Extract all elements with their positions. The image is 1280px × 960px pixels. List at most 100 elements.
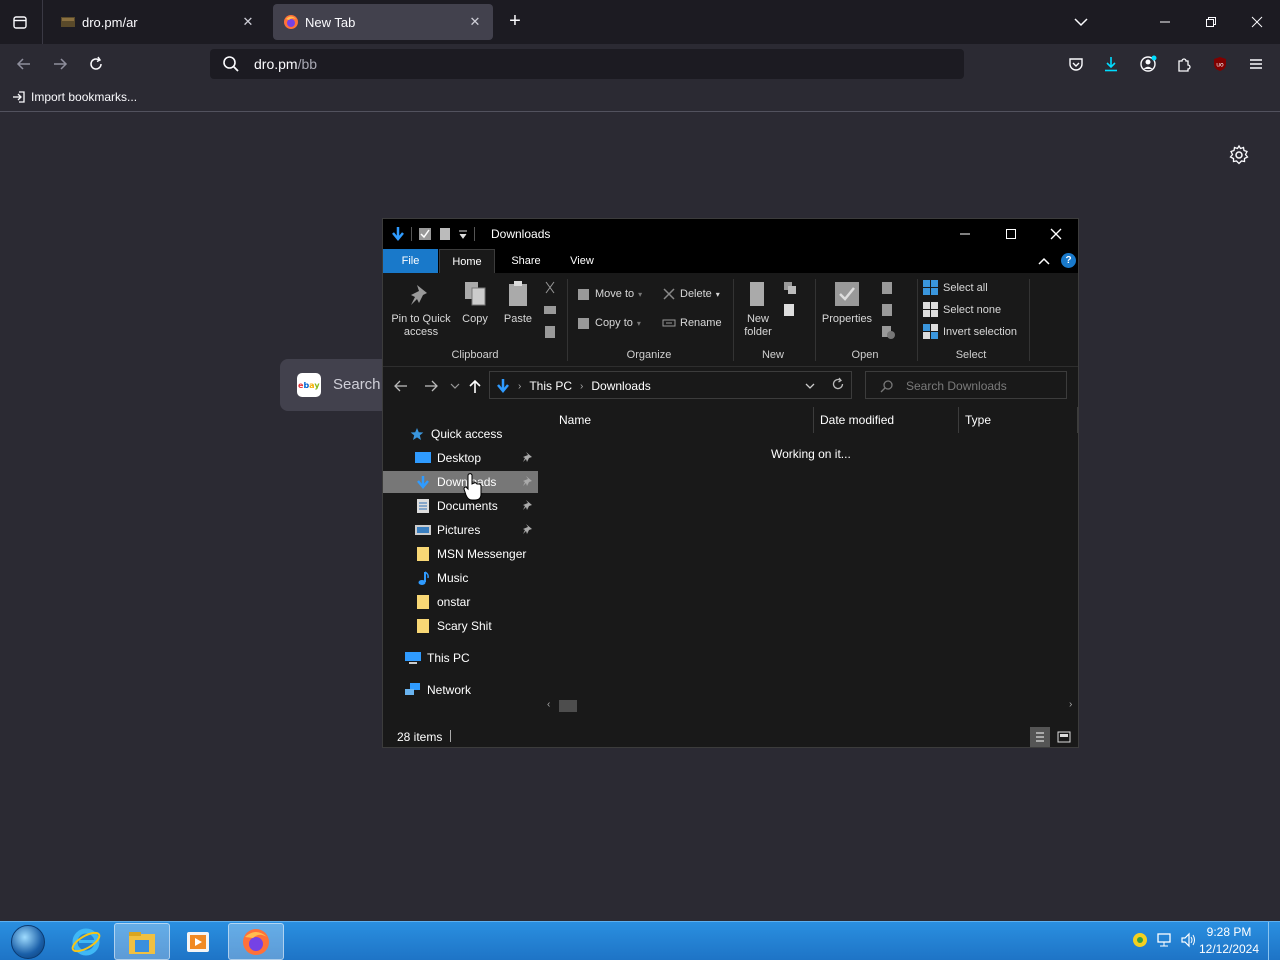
customize-qa-icon[interactable] <box>458 227 468 241</box>
nav-quick-access[interactable]: Quick access <box>383 423 538 445</box>
large-icons-view-icon[interactable] <box>1054 727 1074 747</box>
pin-icon[interactable] <box>522 475 534 487</box>
horizontal-scrollbar[interactable]: ‹ › <box>541 697 1078 713</box>
downloads-icon[interactable] <box>1099 52 1123 76</box>
close-tab-icon[interactable]: ✕ <box>240 14 256 30</box>
details-view-icon[interactable] <box>1030 727 1050 747</box>
copy-button[interactable]: Copy <box>457 279 493 326</box>
close-tab-icon[interactable]: ✕ <box>467 14 483 30</box>
tab-new-tab[interactable]: New Tab ✕ <box>273 4 493 40</box>
nav-onstar[interactable]: onstar <box>383 591 538 613</box>
svg-text:uo: uo <box>1216 62 1224 69</box>
minimize-icon[interactable] <box>1142 0 1188 44</box>
nav-desktop[interactable]: Desktop <box>383 447 538 469</box>
collapse-ribbon-icon[interactable] <box>1038 255 1050 269</box>
nav-network[interactable]: Network <box>383 679 538 701</box>
column-date-modified[interactable]: Date modified <box>814 407 959 433</box>
menu-icon[interactable] <box>1244 52 1268 76</box>
invert-selection-button[interactable]: Invert selection <box>923 324 1017 340</box>
tab-view[interactable]: View <box>555 249 609 273</box>
close-icon[interactable] <box>1234 0 1280 44</box>
nav-downloads[interactable]: Downloads <box>383 471 538 493</box>
tab-share[interactable]: Share <box>499 249 553 273</box>
extensions-icon[interactable] <box>1172 52 1196 76</box>
search-downloads-input[interactable]: Search Downloads <box>865 371 1067 399</box>
back-icon[interactable] <box>391 376 411 396</box>
address-bar[interactable]: dro.pm/bb <box>210 49 964 79</box>
scroll-right-icon[interactable]: › <box>1069 699 1072 710</box>
tab-file[interactable]: File <box>383 249 438 273</box>
column-type[interactable]: Type <box>959 407 1078 433</box>
properties-button[interactable]: Properties <box>819 279 875 326</box>
gear-icon[interactable] <box>1228 144 1250 166</box>
close-icon[interactable] <box>1033 219 1079 249</box>
tray-update-icon[interactable] <box>1132 932 1148 951</box>
help-icon[interactable]: ? <box>1061 253 1076 268</box>
import-bookmarks-button[interactable]: Import bookmarks... <box>12 90 137 104</box>
scroll-left-icon[interactable]: ‹ <box>547 699 550 710</box>
maximize-icon[interactable] <box>988 219 1034 249</box>
recent-locations-icon[interactable] <box>445 376 465 396</box>
taskbar-firefox[interactable] <box>228 923 284 960</box>
minimize-icon[interactable] <box>942 219 988 249</box>
pocket-icon[interactable] <box>1064 52 1088 76</box>
restore-icon[interactable] <box>1188 0 1234 44</box>
taskbar-clock[interactable]: 9:28 PM 12/12/2024 <box>1196 924 1262 958</box>
list-all-tabs-icon[interactable] <box>8 10 32 34</box>
edit-icon[interactable] <box>881 303 895 317</box>
paste-shortcut-icon[interactable] <box>543 325 557 339</box>
column-name[interactable]: Name <box>541 407 814 433</box>
move-to-button[interactable]: Move to ▾ <box>577 287 642 301</box>
pin-icon[interactable] <box>522 451 534 463</box>
nav-scary-shit[interactable]: Scary Shit <box>383 615 538 637</box>
address-box[interactable]: › This PC › Downloads <box>489 371 852 399</box>
rename-button[interactable]: Rename <box>662 316 722 330</box>
search-placeholder: Search Downloads <box>906 379 1007 393</box>
new-item-icon[interactable] <box>783 281 797 295</box>
ublock-origin-icon[interactable]: uo <box>1208 52 1232 76</box>
breadcrumb-downloads[interactable]: Downloads <box>591 379 650 393</box>
back-icon[interactable] <box>12 52 36 76</box>
taskbar-media-player[interactable] <box>170 923 226 960</box>
refresh-icon[interactable] <box>831 377 845 394</box>
scrollbar-thumb[interactable] <box>559 700 577 712</box>
select-all-button[interactable]: Select all <box>923 280 988 296</box>
cut-icon[interactable] <box>543 281 557 295</box>
reload-icon[interactable] <box>84 52 108 76</box>
tab-dro-pm-ar[interactable]: dro.pm/ar ✕ <box>50 4 266 40</box>
nav-this-pc[interactable]: This PC <box>383 647 538 669</box>
pin-to-quick-access-button[interactable]: Pin to Quick access <box>389 279 453 339</box>
taskbar-file-explorer[interactable] <box>114 923 170 960</box>
account-icon[interactable] <box>1136 52 1160 76</box>
paste-button[interactable]: Paste <box>499 279 537 326</box>
new-tab-button[interactable]: + <box>504 10 526 34</box>
breadcrumb-this-pc[interactable]: This PC <box>529 379 572 393</box>
copy-to-button[interactable]: Copy to ▾ <box>577 316 641 330</box>
forward-icon[interactable] <box>421 376 441 396</box>
address-history-chevron-icon[interactable] <box>805 379 815 393</box>
start-button[interactable] <box>6 922 50 960</box>
delete-button[interactable]: Delete ▾ <box>662 287 720 301</box>
ebay-shortcut-search[interactable]: ebay Search <box>280 359 390 411</box>
up-icon[interactable] <box>465 376 485 396</box>
tab-home[interactable]: Home <box>439 249 495 273</box>
pin-icon[interactable] <box>522 523 534 535</box>
show-desktop-button[interactable] <box>1268 922 1280 960</box>
new-folder-qa-icon[interactable] <box>438 227 452 241</box>
open-icon[interactable] <box>881 281 895 295</box>
nav-pictures[interactable]: Pictures <box>383 519 538 541</box>
nav-documents[interactable]: Documents <box>383 495 538 517</box>
forward-icon[interactable] <box>48 52 72 76</box>
select-none-button[interactable]: Select none <box>923 302 1001 318</box>
copy-path-icon[interactable] <box>543 303 557 317</box>
nav-music[interactable]: Music <box>383 567 538 589</box>
tray-network-icon[interactable] <box>1156 932 1174 951</box>
taskbar-internet-explorer[interactable] <box>58 923 114 960</box>
nav-msn-messenger[interactable]: MSN Messenger <box>383 543 538 565</box>
new-folder-button[interactable]: New folder <box>737 279 779 339</box>
history-icon[interactable] <box>881 325 895 339</box>
easy-access-icon[interactable] <box>783 303 797 317</box>
pin-icon[interactable] <box>522 499 534 511</box>
chevron-down-icon[interactable] <box>1070 12 1092 32</box>
properties-qa-icon[interactable] <box>418 227 432 241</box>
